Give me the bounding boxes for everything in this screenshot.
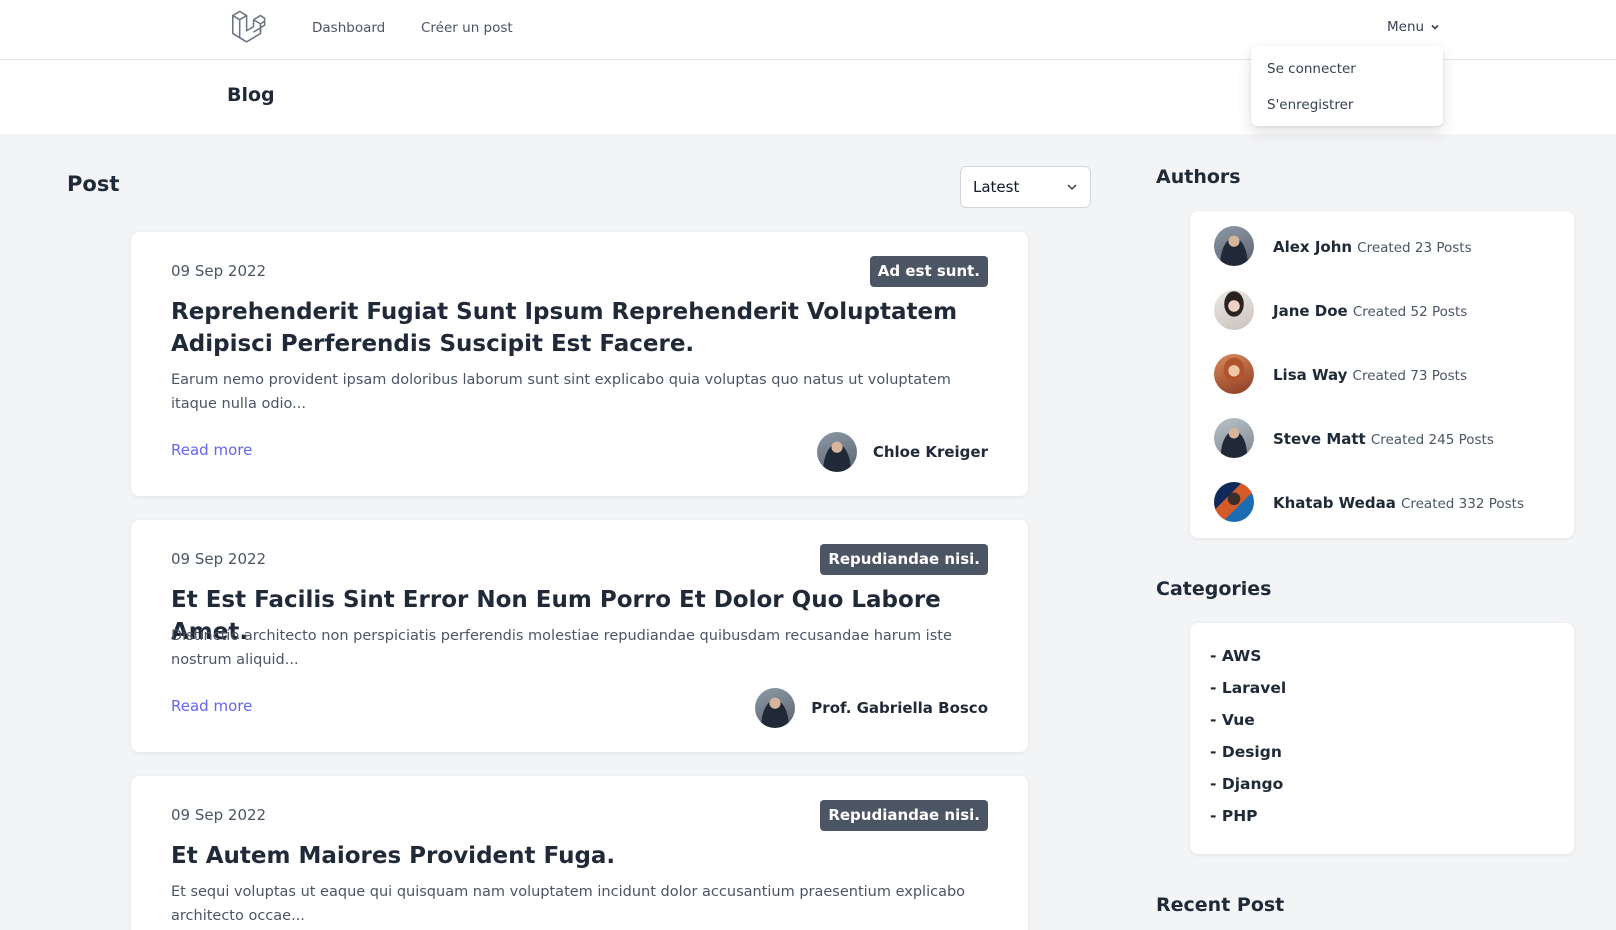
authors-section-title: Authors	[1156, 166, 1241, 188]
sort-select[interactable]: Latest	[960, 166, 1091, 208]
post-date: 09 Sep 2022	[171, 806, 267, 824]
post-title[interactable]: Et Autem Maiores Provident Fuga.	[171, 840, 981, 872]
post-author-name: Chloe Kreiger	[872, 443, 988, 461]
avatar	[1214, 226, 1254, 266]
post-excerpt: Distinctio architecto non perspiciatis p…	[171, 628, 952, 668]
categories-card: - AWS - Laravel - Vue - Design - Django …	[1190, 623, 1574, 854]
read-more-link[interactable]: Read more	[171, 697, 252, 715]
author-post-count: Created 332 Posts	[1400, 495, 1524, 512]
post-title[interactable]: Reprehenderit Fugiat Sunt Ipsum Reprehen…	[171, 296, 981, 360]
post-date: 09 Sep 2022	[171, 550, 267, 568]
sort-select-value: Latest	[973, 178, 1020, 196]
author-item[interactable]: Khatab Wedaa Created 332 Posts	[1214, 482, 1524, 522]
category-link-php[interactable]: - PHP	[1210, 807, 1258, 825]
menu-label: Menu	[1387, 19, 1425, 35]
page-title: Blog	[227, 84, 275, 106]
post-author[interactable]: Chloe Kreiger	[816, 432, 988, 472]
author-post-count: Created 52 Posts	[1352, 303, 1468, 320]
author-name: Jane Doe	[1273, 301, 1348, 320]
authors-card: Alex John Created 23 Posts Jane Doe Crea…	[1190, 211, 1574, 538]
category-link-laravel[interactable]: - Laravel	[1210, 679, 1286, 697]
menu-dropdown-trigger[interactable]: Menu	[1387, 19, 1440, 35]
post-date: 09 Sep 2022	[171, 262, 267, 280]
recent-post-section-title: Recent Post	[1156, 894, 1285, 916]
category-link-django[interactable]: - Django	[1210, 775, 1283, 793]
avatar	[816, 432, 857, 472]
read-more-link[interactable]: Read more	[171, 441, 252, 459]
post-card: 09 Sep 2022 Repudiandae nisi. Et Est Fac…	[131, 520, 1028, 752]
register-menu-item[interactable]: S'enregistrer	[1251, 92, 1443, 128]
author-name: Alex John	[1273, 237, 1353, 256]
post-author[interactable]: Prof. Gabriella Bosco	[755, 688, 988, 728]
author-name: Lisa Way	[1273, 365, 1348, 384]
author-post-count: Created 73 Posts	[1352, 367, 1467, 384]
post-card: 09 Sep 2022 Ad est sunt. Reprehenderit F…	[131, 232, 1028, 496]
laravel-logo-icon[interactable]	[229, 10, 267, 46]
avatar	[1214, 418, 1254, 458]
avatar	[1214, 482, 1254, 522]
author-post-count: Created 23 Posts	[1357, 239, 1472, 256]
avatar	[755, 688, 796, 728]
author-item[interactable]: Jane Doe Created 52 Posts	[1214, 290, 1467, 330]
author-name: Khatab Wedaa	[1273, 493, 1396, 512]
menu-dropdown: Se connecter S'enregistrer	[1251, 46, 1443, 126]
post-excerpt: Earum nemo provident ipsam doloribus lab…	[171, 372, 951, 412]
author-item[interactable]: Lisa Way Created 73 Posts	[1214, 354, 1467, 394]
category-badge[interactable]: Repudiandae nisi.	[820, 544, 988, 575]
category-link-vue[interactable]: - Vue	[1210, 711, 1255, 729]
categories-section-title: Categories	[1156, 578, 1272, 600]
posts-section-title: Post	[67, 172, 120, 196]
author-post-count: Created 245 Posts	[1370, 431, 1494, 448]
nav-dashboard-link[interactable]: Dashboard	[312, 20, 385, 36]
nav-create-post-link[interactable]: Créer un post	[421, 20, 513, 36]
chevron-down-icon	[1067, 184, 1077, 191]
category-badge[interactable]: Ad est sunt.	[869, 256, 988, 287]
category-link-aws[interactable]: - AWS	[1210, 647, 1261, 665]
post-card: 09 Sep 2022 Repudiandae nisi. Et Autem M…	[131, 776, 1028, 930]
category-link-design[interactable]: - Design	[1210, 743, 1282, 761]
author-item[interactable]: Alex John Created 23 Posts	[1214, 226, 1472, 266]
avatar	[1214, 354, 1254, 394]
chevron-down-icon	[1431, 24, 1439, 30]
avatar	[1214, 290, 1254, 330]
post-author-name: Prof. Gabriella Bosco	[811, 699, 988, 717]
author-name: Steve Matt	[1273, 429, 1366, 448]
login-menu-item[interactable]: Se connecter	[1251, 56, 1443, 92]
category-badge[interactable]: Repudiandae nisi.	[820, 800, 988, 831]
post-excerpt: Et sequi voluptas ut eaque qui quisquam …	[171, 884, 966, 924]
author-item[interactable]: Steve Matt Created 245 Posts	[1214, 418, 1494, 458]
